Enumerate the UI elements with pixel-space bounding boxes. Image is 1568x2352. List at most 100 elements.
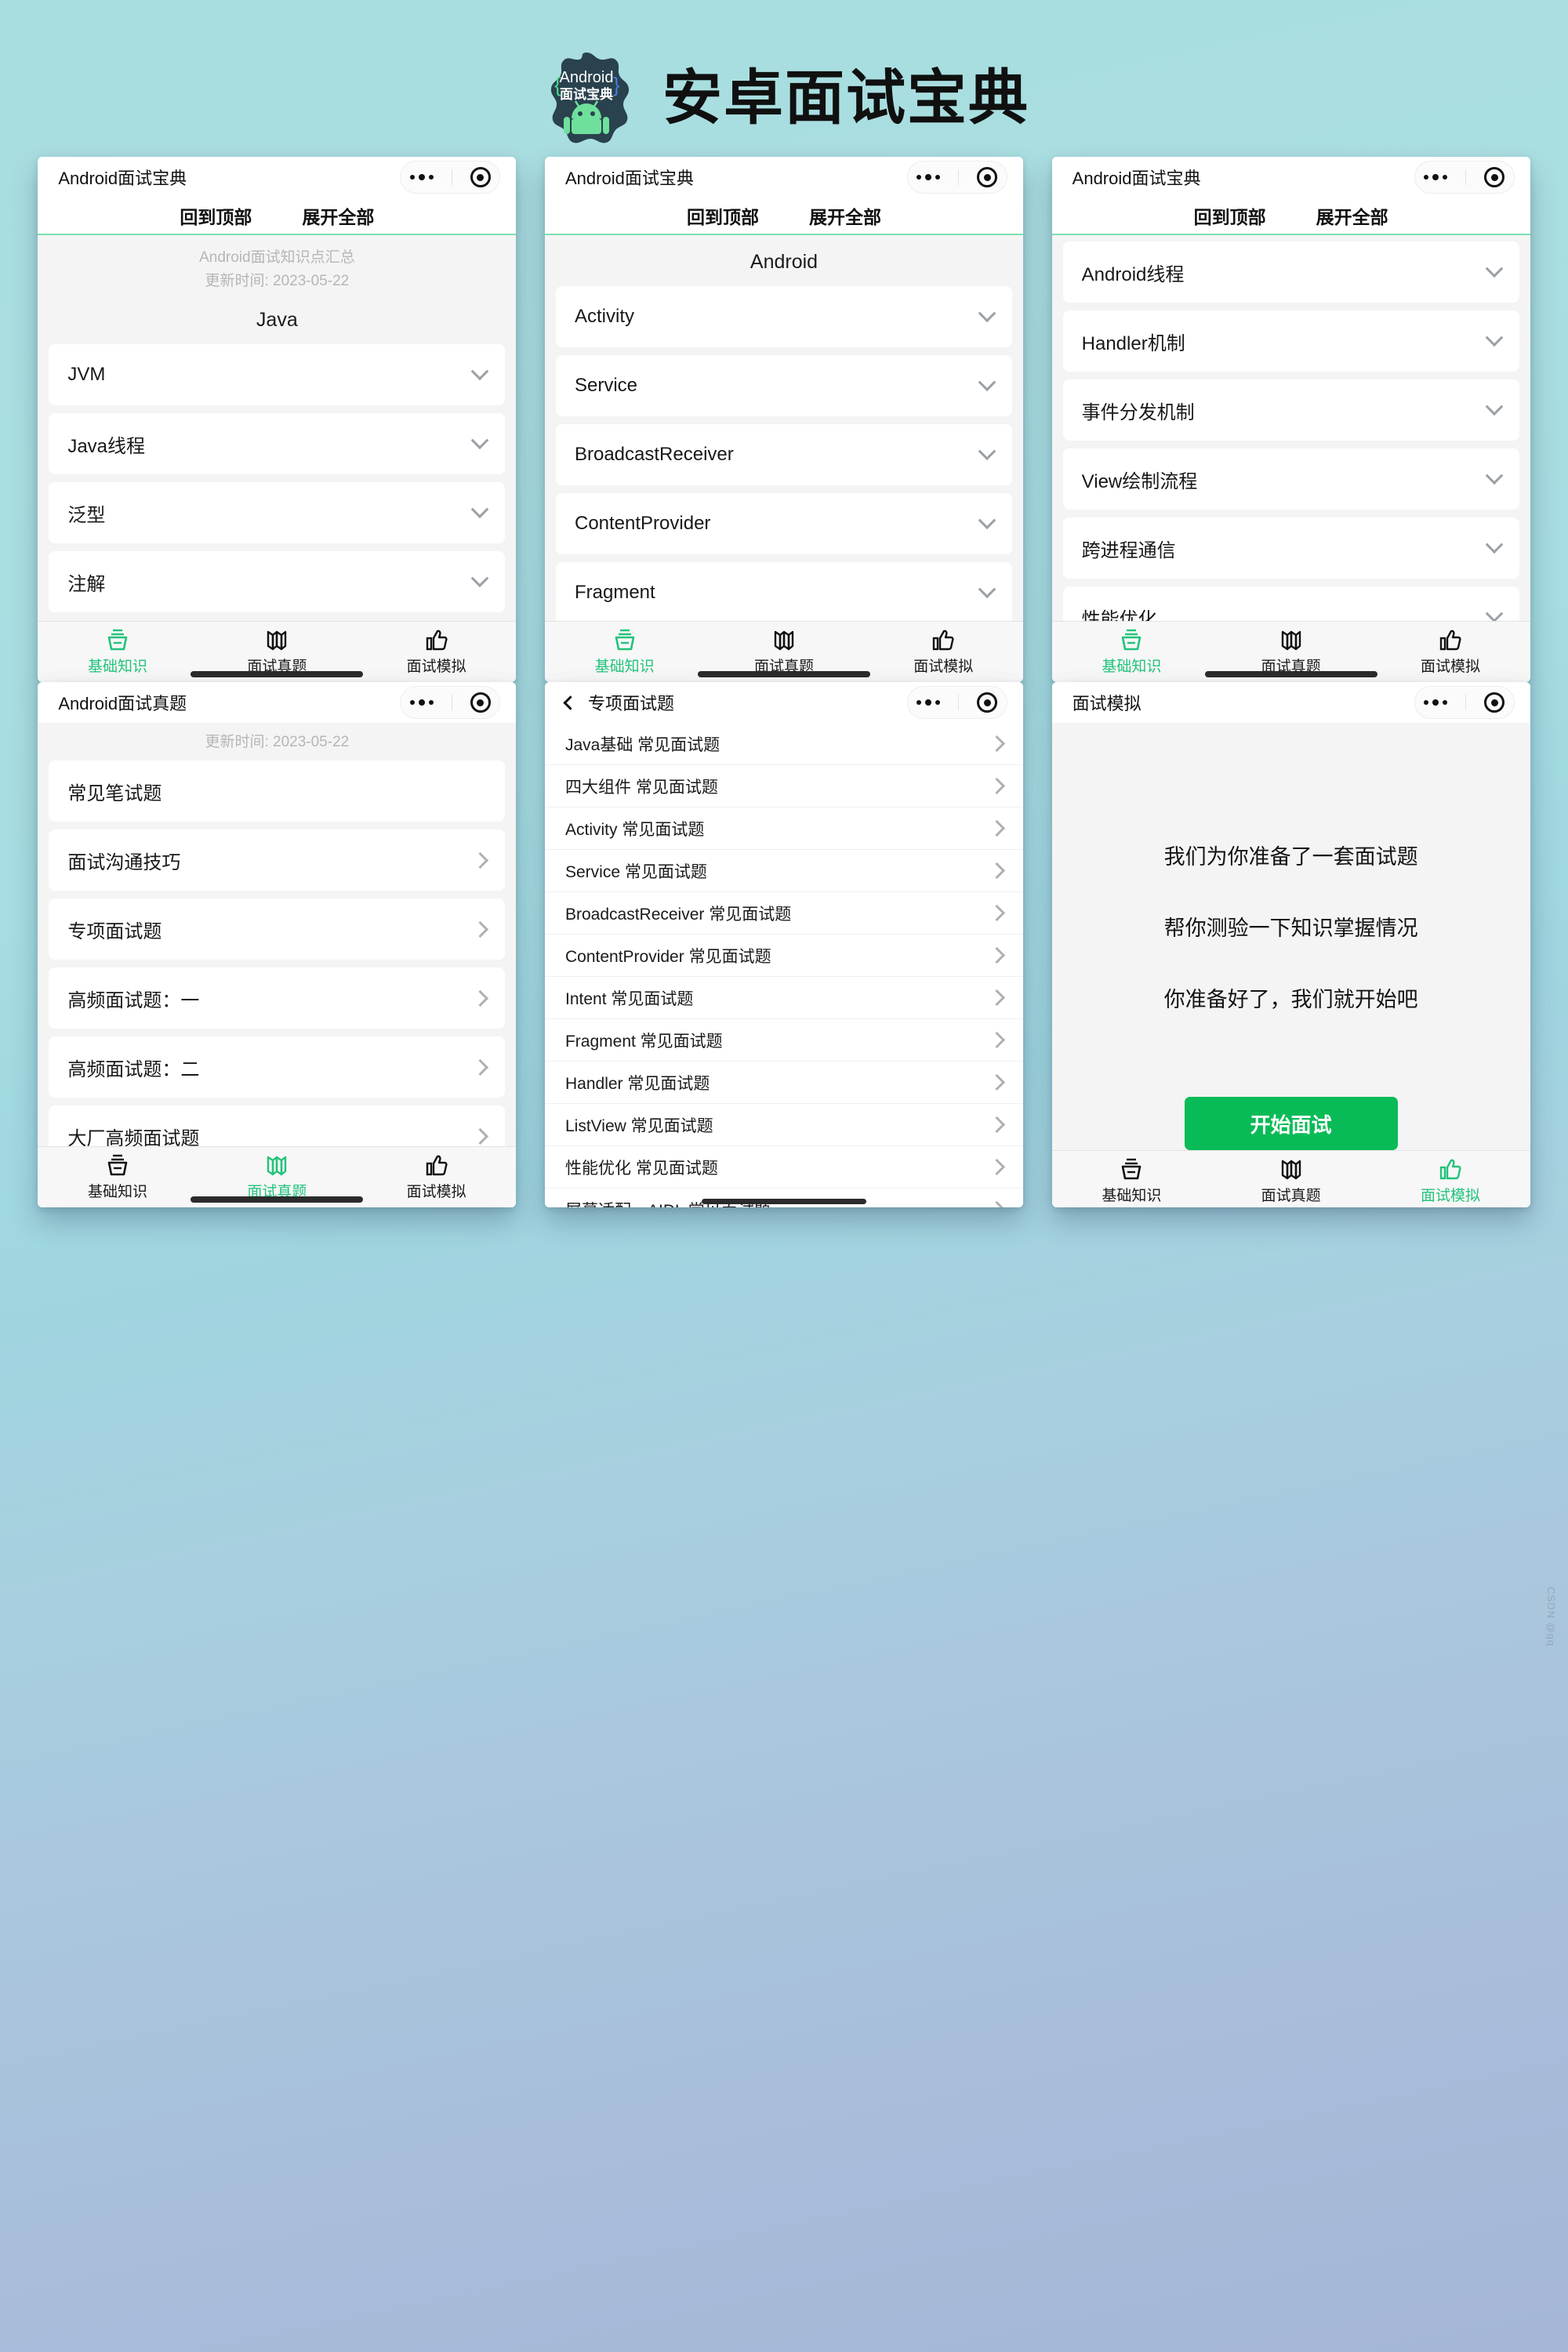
- group-title-java: Java: [256, 309, 298, 331]
- back-to-top-button[interactable]: 回到顶部: [687, 202, 759, 229]
- close-target-icon[interactable]: [977, 692, 998, 713]
- list-item[interactable]: Intent 常见面试题: [544, 977, 1023, 1019]
- wechat-capsule[interactable]: [1414, 161, 1515, 194]
- close-target-icon[interactable]: [977, 167, 998, 187]
- list-item[interactable]: 性能优化 常见面试题: [544, 1146, 1023, 1189]
- list-item[interactable]: Fragment 常见面试题: [544, 1019, 1023, 1062]
- close-target-icon[interactable]: [470, 692, 491, 713]
- close-target-icon[interactable]: [1484, 167, 1505, 187]
- screen-body[interactable]: Android面试知识点汇总 更新时间: 2023-05-22 Java JVM…: [38, 235, 517, 621]
- accordion-row[interactable]: JVM: [49, 344, 506, 405]
- list-item[interactable]: 高频面试题：一: [49, 967, 506, 1029]
- page-title: 安卓面试宝典: [662, 65, 1029, 132]
- tab-real-questions[interactable]: 面试真题: [1211, 1157, 1370, 1205]
- list-item[interactable]: 专项面试题: [49, 898, 506, 960]
- wechat-capsule[interactable]: [400, 686, 501, 719]
- accordion-row[interactable]: Service: [555, 355, 1012, 416]
- more-icon[interactable]: [409, 699, 434, 706]
- tab-interview-sim[interactable]: 面试模拟: [1370, 1157, 1530, 1205]
- list-item[interactable]: Activity 常见面试题: [544, 808, 1023, 850]
- accordion-label: BroadcastReceiver: [574, 444, 734, 465]
- screen-body[interactable]: Android线程 Handler机制 事件分发机制 View绘制流程 跨进程通…: [1051, 235, 1530, 621]
- accordion-row[interactable]: 注解: [49, 551, 506, 612]
- expand-all-button[interactable]: 展开全部: [1316, 202, 1388, 229]
- list-item[interactable]: 屏幕适配、AIDL 常见面试题: [544, 1189, 1023, 1207]
- list-item[interactable]: 高频面试题：二: [49, 1036, 506, 1098]
- tab-interview-sim[interactable]: 面试模拟: [357, 1153, 516, 1201]
- thumbs-up-icon: [426, 630, 448, 651]
- list-item[interactable]: Java基础 常见面试题: [544, 723, 1023, 765]
- screen-body[interactable]: Java基础 常见面试题 四大组件 常见面试题 Activity 常见面试题 S…: [544, 723, 1023, 1207]
- thumbs-up-icon: [933, 630, 954, 651]
- basics-icon: [107, 629, 128, 651]
- tab-basics[interactable]: 基础知识: [545, 628, 704, 676]
- tab-basics[interactable]: 基础知识: [1052, 628, 1211, 676]
- list-item[interactable]: 常见笔试题: [49, 760, 506, 822]
- list-item[interactable]: 四大组件 常见面试题: [544, 765, 1023, 808]
- list-item[interactable]: 面试沟通技巧: [49, 829, 506, 891]
- chevron-down-icon: [978, 442, 996, 461]
- phone-screen-real-questions: Android面试真题 更新时间: 2023-05-22 常见笔试题 面试沟通技…: [38, 682, 517, 1207]
- accordion-row[interactable]: Handler机制: [1062, 310, 1519, 372]
- expand-all-button[interactable]: 展开全部: [302, 202, 374, 229]
- more-icon[interactable]: [916, 699, 941, 706]
- list-item[interactable]: Handler 常见面试题: [544, 1062, 1023, 1104]
- screen-body[interactable]: Android Activity Service BroadcastReceiv…: [544, 235, 1023, 621]
- back-to-top-button[interactable]: 回到顶部: [180, 202, 252, 229]
- nav-title: Android面试宝典: [1072, 169, 1201, 188]
- list-item[interactable]: 大厂高频面试题: [49, 1105, 506, 1147]
- update-time: 更新时间: 2023-05-22: [205, 734, 350, 750]
- list-item-label: Fragment 常见面试题: [564, 1032, 723, 1051]
- close-target-icon[interactable]: [470, 167, 491, 187]
- wechat-capsule[interactable]: [1414, 686, 1515, 719]
- accordion-row[interactable]: 事件分发机制: [1062, 379, 1519, 441]
- list-item-label: 大厂高频面试题: [67, 1127, 200, 1147]
- accordion-row[interactable]: ContentProvider: [555, 493, 1012, 554]
- tab-interview-sim[interactable]: 面试模拟: [1370, 628, 1530, 676]
- wechat-capsule[interactable]: [906, 161, 1007, 194]
- accordion-row[interactable]: Fragment: [555, 562, 1012, 621]
- screen-body[interactable]: 更新时间: 2023-05-22 常见笔试题 面试沟通技巧 专项面试题 高频面试…: [38, 723, 517, 1147]
- summary-title: Android面试知识点汇总: [199, 249, 355, 266]
- list-item[interactable]: ListView 常见面试题: [544, 1104, 1023, 1146]
- more-icon[interactable]: [1424, 699, 1448, 706]
- accordion-row[interactable]: Activity: [555, 286, 1012, 347]
- close-target-icon[interactable]: [1484, 692, 1505, 713]
- accordion-row[interactable]: 泛型: [49, 482, 506, 543]
- more-icon[interactable]: [409, 174, 434, 180]
- wechat-capsule[interactable]: [906, 686, 1007, 719]
- tab-real-questions[interactable]: 面试真题: [198, 628, 357, 676]
- tab-basics[interactable]: 基础知识: [38, 628, 197, 676]
- accordion-row[interactable]: Java线程: [49, 413, 506, 474]
- start-interview-button[interactable]: 开始面试: [1184, 1097, 1398, 1150]
- back-icon[interactable]: [563, 695, 578, 710]
- list-item[interactable]: ContentProvider 常见面试题: [544, 935, 1023, 977]
- expand-all-button[interactable]: 展开全部: [809, 202, 881, 229]
- wechat-capsule[interactable]: [400, 161, 501, 194]
- tab-real-questions[interactable]: 面试真题: [198, 1153, 357, 1201]
- chevron-right-icon: [472, 989, 489, 1007]
- tab-real-questions[interactable]: 面试真题: [704, 628, 863, 676]
- list-item-label: 面试沟通技巧: [67, 851, 181, 873]
- accordion-row[interactable]: 性能优化: [1062, 586, 1519, 621]
- tab-basics[interactable]: 基础知识: [38, 1153, 197, 1201]
- svg-text:{: {: [554, 73, 561, 96]
- watermark: CSDN @qq: [1545, 1586, 1557, 1646]
- more-icon[interactable]: [916, 174, 941, 180]
- home-indicator: [697, 671, 870, 677]
- tab-interview-sim[interactable]: 面试模拟: [864, 628, 1023, 676]
- accordion-row[interactable]: 跨进程通信: [1062, 517, 1519, 579]
- accordion-row[interactable]: View绘制流程: [1062, 448, 1519, 510]
- back-to-top-button[interactable]: 回到顶部: [1194, 202, 1266, 229]
- chevron-down-icon: [471, 362, 489, 381]
- tab-real-questions[interactable]: 面试真题: [1211, 628, 1370, 676]
- accordion-row[interactable]: BroadcastReceiver: [555, 424, 1012, 485]
- list-item[interactable]: Service 常见面试题: [544, 850, 1023, 892]
- tab-basics[interactable]: 基础知识: [1052, 1157, 1211, 1205]
- nav-actions: 回到顶部 展开全部: [1051, 198, 1530, 235]
- more-icon[interactable]: [1424, 174, 1448, 180]
- list-item[interactable]: BroadcastReceiver 常见面试题: [544, 892, 1023, 935]
- accordion-row[interactable]: Android线程: [1062, 241, 1519, 303]
- tab-interview-sim[interactable]: 面试模拟: [357, 628, 516, 676]
- capsule-divider: [1465, 169, 1467, 185]
